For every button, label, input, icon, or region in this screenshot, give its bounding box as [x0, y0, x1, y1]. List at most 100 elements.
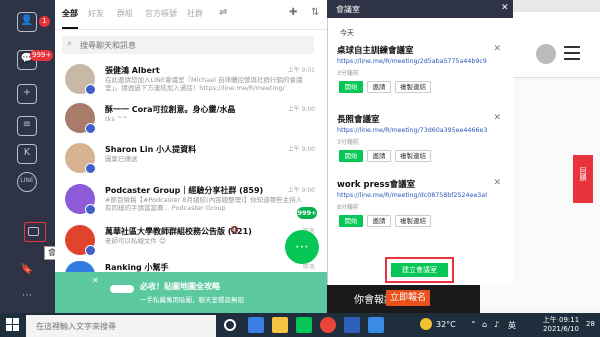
chat-name: Sharon Lin 小人提資料: [105, 145, 197, 154]
chat-name: 張健鴻 Albert: [105, 66, 160, 75]
cortana-icon[interactable]: [224, 319, 236, 331]
friends-icon[interactable]: 👤: [17, 12, 37, 32]
new-chat-fab[interactable]: ⋯: [285, 230, 319, 264]
weather-icon[interactable]: [420, 318, 432, 330]
avatar: [65, 64, 96, 95]
line-app-icon[interactable]: [296, 317, 312, 333]
tab-groups[interactable]: 群組: [117, 8, 133, 19]
windows-start-icon[interactable]: [6, 318, 20, 332]
chat-preview: #節目徵稿【#Podcaster 8月總結(內容總整理)】你知道哪些主持人有同樣…: [105, 196, 303, 212]
taskbar-search-input[interactable]: [36, 319, 206, 333]
chat-name: 酥一一 Cora可拉創意。身心靈/水晶: [105, 105, 236, 114]
meeting-panel-title: 會議室: [336, 5, 360, 14]
invite-button[interactable]: 邀請: [367, 215, 391, 227]
video-meeting-icon: [28, 227, 39, 236]
banner-signup-button[interactable]: 立即報名: [386, 290, 430, 306]
more-icon[interactable]: ⋯: [17, 288, 37, 308]
start-meeting-button[interactable]: 開始: [339, 150, 363, 162]
clock-time: 上午 09:11: [542, 316, 580, 324]
word-icon[interactable]: [344, 317, 360, 333]
clock-date: 2021/6/10: [543, 325, 579, 333]
chat-item-sharon[interactable]: Sharon Lin 小人提資料 圖案已傳送 上午 9:00: [55, 140, 327, 178]
chat-name: Podcaster Group｜經驗分享社群 (859): [105, 186, 264, 195]
meeting-link[interactable]: https://line.me/R/meeting/73d60a395ee446…: [337, 127, 487, 134]
chat-time: 上午 9:01: [287, 67, 315, 74]
create-meeting-button[interactable]: 建立會議室: [391, 263, 448, 277]
remove-meeting-icon[interactable]: ✕: [493, 178, 501, 188]
tab-community[interactable]: 社群: [187, 8, 203, 19]
avatar: [65, 143, 96, 174]
invite-button[interactable]: 邀請: [367, 150, 391, 162]
clock[interactable]: 上午 09:11 2021/6/10: [540, 316, 582, 334]
ad-close-icon[interactable]: ✕: [92, 276, 99, 285]
volume-icon[interactable]: ♪: [494, 320, 499, 329]
temperature[interactable]: 32°C: [436, 320, 456, 329]
add-friend-icon[interactable]: +: [17, 84, 37, 104]
chats-unread-badge: 1: [39, 16, 50, 27]
meeting-title: 長照會議室: [337, 115, 380, 125]
search-icon: ⌕: [67, 39, 73, 49]
chat-search-input[interactable]: [80, 38, 300, 52]
remove-meeting-icon[interactable]: ✕: [493, 113, 501, 123]
chat-item-ranking[interactable]: Ranking 小幫手 昨天: [55, 258, 327, 275]
chat-preview: tks ^^: [105, 115, 128, 123]
bookmark-icon[interactable]: 🔖: [17, 262, 37, 282]
filter-icon[interactable]: ⇌: [219, 7, 227, 18]
pin-icon: [85, 84, 96, 95]
chrome-icon[interactable]: [320, 317, 336, 333]
chat-preview: 老師可以私線文件 😊: [105, 237, 166, 245]
app-icon[interactable]: [368, 317, 384, 333]
invite-button[interactable]: 邀請: [367, 81, 391, 93]
keep-icon[interactable]: K: [17, 144, 37, 164]
meeting-room-button[interactable]: [24, 222, 46, 242]
start-meeting-button[interactable]: 開始: [339, 81, 363, 93]
close-icon[interactable]: ✕: [501, 3, 509, 13]
task-view-icon[interactable]: [248, 317, 264, 333]
feedback-tab-icon[interactable]: [573, 193, 593, 203]
site-avatar[interactable]: [536, 44, 556, 64]
remove-meeting-icon[interactable]: ✕: [493, 44, 501, 54]
pin-icon: [85, 204, 96, 215]
taskbar-search[interactable]: [26, 315, 216, 337]
ad-subtitle: 一手私藏萬用貼圖，聊天室暢談無阻: [140, 296, 244, 304]
openchat-icon[interactable]: ≡: [17, 116, 37, 136]
ad-title: 必收！貼圖地圖全攻略: [140, 282, 220, 291]
meeting-link[interactable]: https://line.me/R/meeting/2d5aba5775a44b…: [337, 58, 487, 65]
tab-all[interactable]: 全部: [62, 8, 78, 19]
network-icon[interactable]: ⌂: [482, 320, 487, 329]
skateboard-image: [110, 285, 134, 293]
active-tab-indicator: [62, 27, 78, 29]
meeting-link[interactable]: https://line.me/R/meeting/dc08758bf2524e…: [337, 192, 487, 199]
rail-count-badge: 999+: [30, 50, 54, 61]
tab-official[interactable]: 官方帳號: [145, 8, 177, 19]
avatar: [65, 184, 96, 215]
date-section-label: 今天: [340, 29, 354, 37]
ime-indicator[interactable]: 英: [508, 320, 516, 331]
mute-icon: 🔇: [230, 226, 239, 234]
meeting-created-time: 3分鐘前: [337, 139, 359, 146]
copy-link-button[interactable]: 複製連結: [395, 81, 431, 93]
file-explorer-icon[interactable]: [272, 317, 288, 333]
feedback-tab[interactable]: 回饋: [573, 155, 593, 193]
tab-friends[interactable]: 好友: [88, 8, 104, 19]
sort-icon[interactable]: ⇅: [311, 7, 319, 18]
line-nav-rail: 👤 💬 + ≡ K LINE 🔖 ⋯: [0, 0, 55, 313]
notification-count[interactable]: 28: [586, 320, 595, 328]
copy-link-button[interactable]: 複製連結: [395, 215, 431, 227]
start-meeting-button[interactable]: 開始: [339, 215, 363, 227]
pin-icon: [85, 163, 96, 174]
site-menu-icon[interactable]: [564, 46, 580, 60]
chat-search-box[interactable]: ⌕: [62, 36, 314, 54]
chat-item-cora[interactable]: 酥一一 Cora可拉創意。身心靈/水晶 tks ^^ 上午 9:00: [55, 100, 327, 138]
avatar: [65, 103, 96, 134]
add-chat-icon[interactable]: ✚: [289, 7, 297, 18]
chat-item-podcaster[interactable]: Podcaster Group｜經驗分享社群 (859) #節目徵稿【#Podc…: [55, 181, 327, 219]
copy-link-button[interactable]: 複製連結: [395, 150, 431, 162]
chat-item-albert[interactable]: 張健鴻 Albert 在此邀請您加入LINE會議室「Michael 自律體控營與…: [55, 61, 327, 99]
line-today-icon[interactable]: LINE: [17, 172, 37, 192]
chat-time: 上午 9:00: [287, 187, 315, 194]
chat-time: 上午 9:00: [287, 106, 315, 113]
chat-tab-bar: 全部 好友 群組 官方帳號 社群 ⇌ ✚ ⇅: [55, 0, 327, 30]
tray-chevron-icon[interactable]: ⌃: [470, 320, 477, 329]
unread-badge: 999+: [297, 207, 317, 219]
